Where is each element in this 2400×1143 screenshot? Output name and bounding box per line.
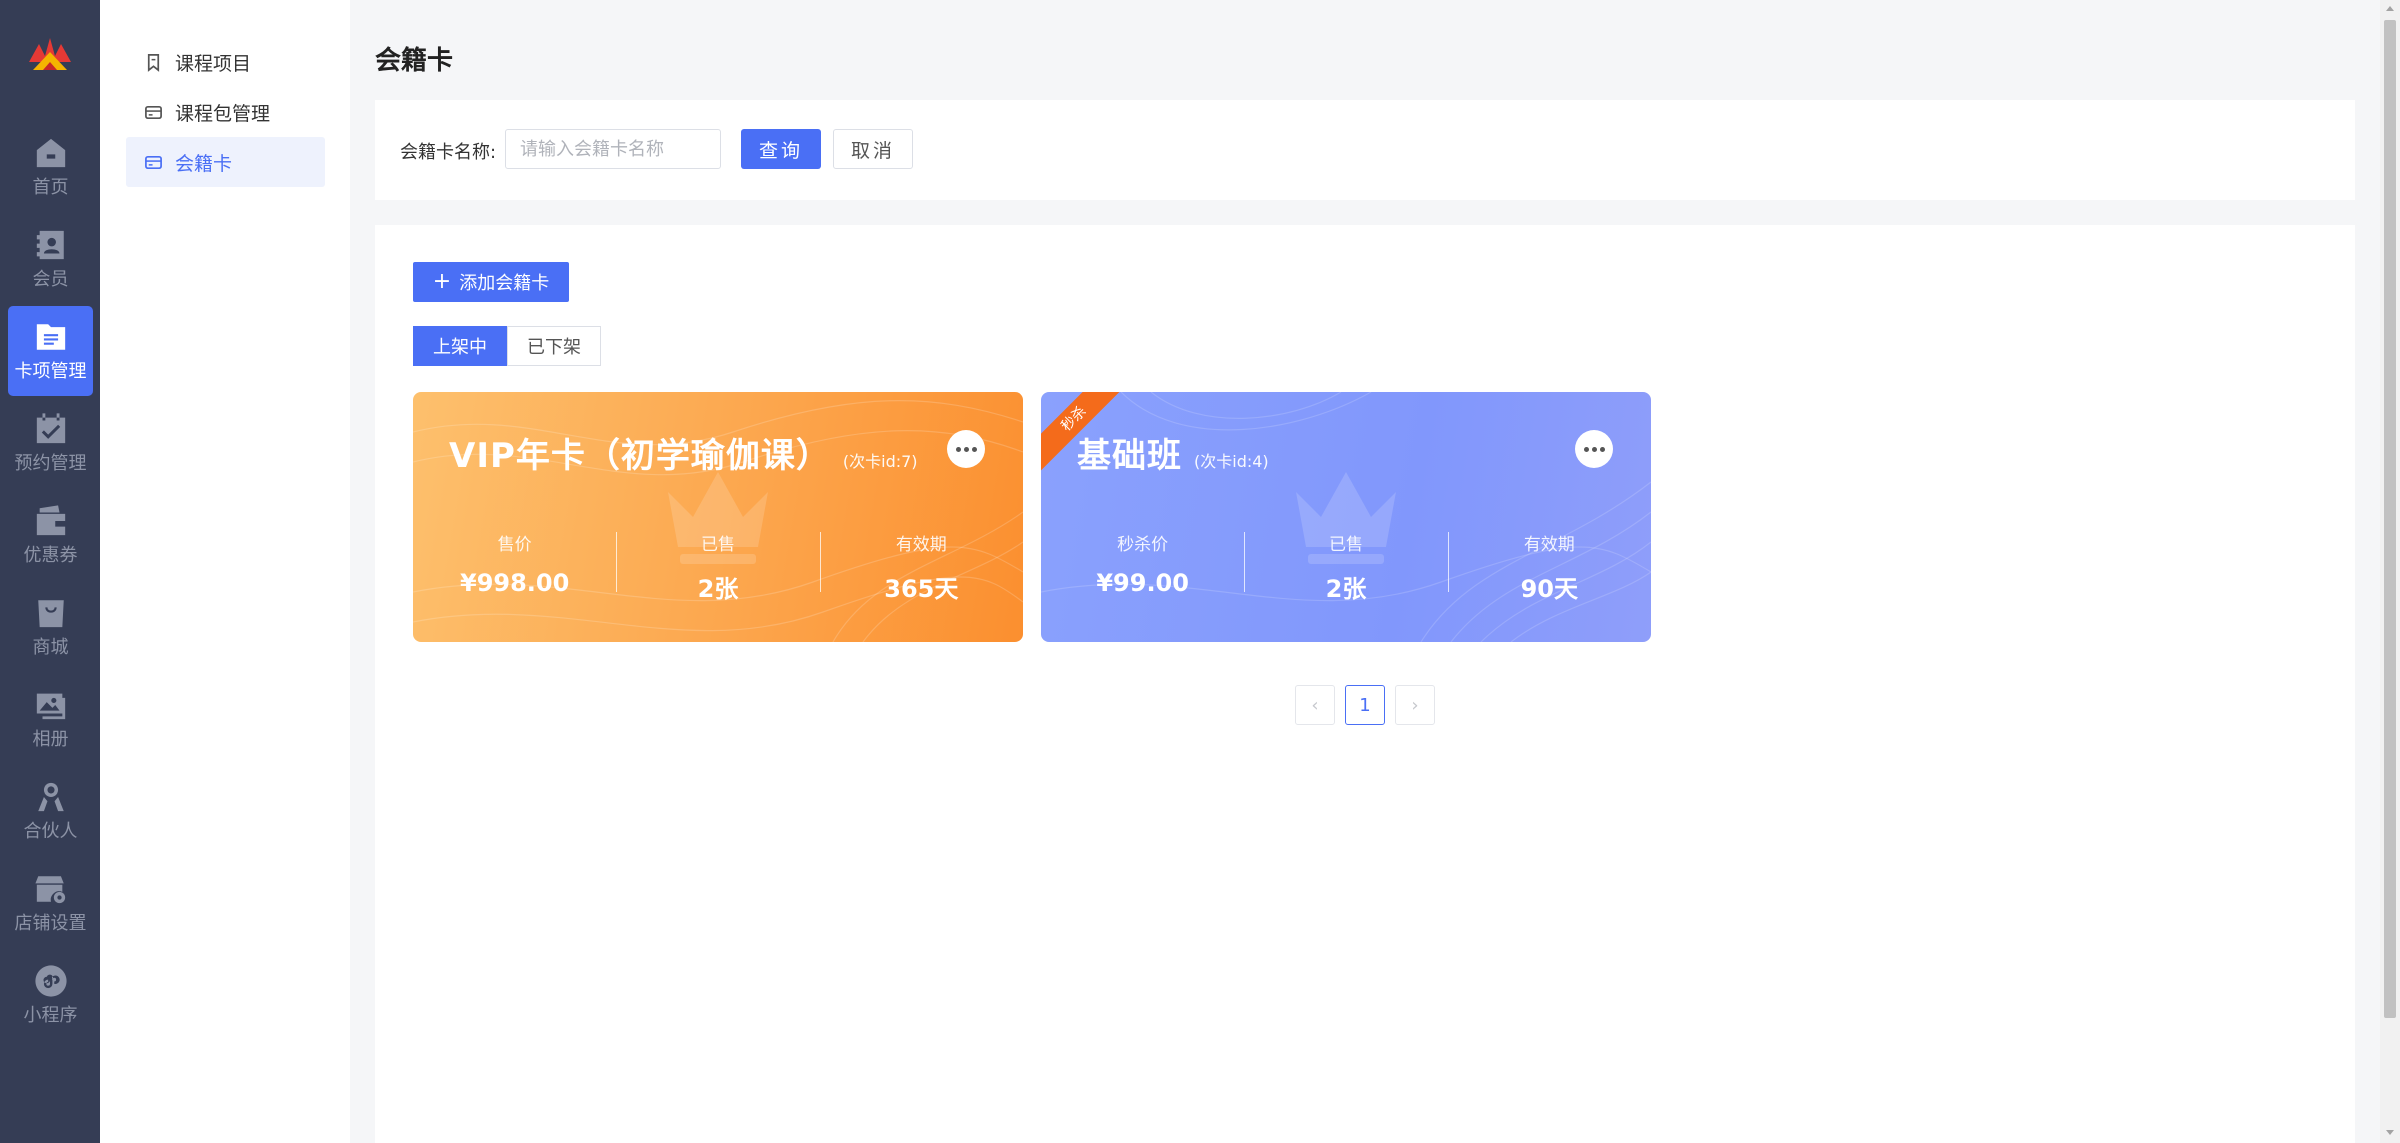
submenu-item-membership-card[interactable]: 会籍卡 xyxy=(126,137,325,187)
stat-value: 2张 xyxy=(697,575,739,603)
rail-item-store-settings[interactable]: 店铺设置 xyxy=(8,858,93,948)
ellipsis-dot xyxy=(1591,446,1597,452)
page-scrollbar[interactable] xyxy=(2380,0,2400,1143)
submenu-item-label: 课程项目 xyxy=(175,52,252,75)
tab-on-shelf[interactable]: 上架中 xyxy=(413,326,507,366)
scroll-down-arrow-icon[interactable] xyxy=(2386,1130,2394,1135)
submenu-item-course-project[interactable]: 课程项目 xyxy=(126,37,325,87)
add-membership-card-label: 添加会籍卡 xyxy=(459,273,550,294)
stat-value: 365天 xyxy=(884,575,959,603)
rail-item-label: 会员 xyxy=(32,269,69,290)
rail-item-partner[interactable]: 合伙人 xyxy=(8,766,93,856)
page-title: 会籍卡 xyxy=(375,46,454,76)
rail-item-label: 店铺设置 xyxy=(14,913,87,934)
album-icon xyxy=(36,693,65,720)
wallet-icon xyxy=(36,505,65,536)
card-name: 基础班 xyxy=(1077,436,1182,476)
rail-item-label: 优惠券 xyxy=(23,545,78,566)
content-panel: + 添加会籍卡 上架中 已下架 VIP年卡（初学瑜伽课） (次卡id:7) 售价… xyxy=(375,225,2355,1143)
rail-item-coupon[interactable]: 优惠券 xyxy=(8,490,93,580)
rail-item-card-manage[interactable]: 卡项管理 xyxy=(8,306,93,396)
rail-item-home[interactable]: 首页 xyxy=(8,122,93,212)
rail-item-mini-program[interactable]: 小程序 xyxy=(8,950,93,1040)
card-stat-price: 售价 ¥998.00 xyxy=(413,530,616,600)
card-id: (次卡id:7) xyxy=(842,452,918,471)
pagination-page-button[interactable]: 1 xyxy=(1345,685,1385,725)
rail-item-label: 预约管理 xyxy=(14,453,87,474)
stat-label: 有效期 xyxy=(1523,535,1575,555)
scrollbar-thumb[interactable] xyxy=(2384,20,2396,1018)
plus-icon: + xyxy=(432,269,452,294)
shop-bag-icon xyxy=(37,600,64,628)
partner-icon xyxy=(37,782,64,812)
submenu-item-label: 课程包管理 xyxy=(175,102,271,125)
rail-item-booking[interactable]: 预约管理 xyxy=(8,398,93,488)
more-options-button[interactable] xyxy=(947,430,985,468)
pagination-next-button[interactable]: › xyxy=(1395,685,1435,725)
mini-program-icon xyxy=(34,965,67,997)
tab-off-shelf[interactable]: 已下架 xyxy=(507,326,601,366)
card-manage-icon xyxy=(36,324,65,350)
ellipsis-dot xyxy=(1599,446,1605,452)
status-tabs: 上架中 已下架 xyxy=(413,326,601,366)
card-icon xyxy=(145,105,162,119)
rail-item-label: 相册 xyxy=(32,729,69,750)
card-stats: 秒杀价 ¥99.00 已售 2张 有效期 90天 xyxy=(1041,530,1651,603)
card-name: VIP年卡（初学瑜伽课） xyxy=(449,436,831,476)
add-membership-card-button[interactable]: + 添加会籍卡 xyxy=(413,262,569,302)
pagination-prev-button[interactable]: ‹ xyxy=(1295,685,1335,725)
rail-item-album[interactable]: 相册 xyxy=(8,674,93,764)
stat-value: ¥99.00 xyxy=(1096,569,1189,597)
rail-item-label: 小程序 xyxy=(23,1005,78,1026)
stat-value: 2张 xyxy=(1325,575,1367,603)
rail-item-label: 卡项管理 xyxy=(14,361,87,382)
card-stat-validity: 有效期 365天 xyxy=(819,530,1023,603)
stat-label: 秒杀价 xyxy=(1117,535,1169,555)
secondary-menu: 课程项目 课程包管理 会籍卡 xyxy=(100,0,350,1143)
stat-label: 售价 xyxy=(497,535,532,555)
membership-card[interactable]: VIP年卡（初学瑜伽课） (次卡id:7) 售价 ¥998.00 已售 2张 有… xyxy=(413,392,1023,642)
store-settings-icon xyxy=(34,876,65,904)
rail-item-label: 商城 xyxy=(32,637,69,658)
submenu-item-label: 会籍卡 xyxy=(175,152,233,175)
bookmark-icon xyxy=(147,53,160,72)
stat-value: ¥998.00 xyxy=(460,569,570,597)
cancel-button[interactable]: 取消 xyxy=(833,129,913,169)
card-stat-price: 秒杀价 ¥99.00 xyxy=(1041,530,1244,600)
query-button[interactable]: 查询 xyxy=(741,129,821,169)
card-icon xyxy=(145,155,162,169)
stat-label: 已售 xyxy=(700,535,735,555)
card-header: VIP年卡（初学瑜伽课） (次卡id:7) xyxy=(449,428,918,477)
ellipsis-dot xyxy=(955,446,961,452)
calendar-icon xyxy=(36,413,65,444)
main-nav-rail: 首页 会员 卡项管理 预约管理 优惠券 商城 相册 合伙人 店铺设置 小程序 xyxy=(0,0,100,1143)
pagination: ‹ 1 › xyxy=(1295,685,1435,725)
filter-panel: 会籍卡名称: 查询 取消 xyxy=(375,100,2355,200)
card-stat-sold: 已售 2张 xyxy=(616,530,819,603)
rail-item-label: 合伙人 xyxy=(23,821,78,842)
ellipsis-dot xyxy=(963,446,969,452)
more-options-button[interactable] xyxy=(1575,430,1613,468)
card-stat-sold: 已售 2张 xyxy=(1244,530,1447,603)
ellipsis-dot xyxy=(971,446,977,452)
rail-item-shop[interactable]: 商城 xyxy=(8,582,93,672)
brand-logo xyxy=(29,38,71,70)
card-name-filter-label: 会籍卡名称: xyxy=(400,142,497,163)
stat-label: 已售 xyxy=(1328,535,1363,555)
home-icon xyxy=(36,138,65,168)
card-header: 基础班 (次卡id:4) xyxy=(1077,428,1269,477)
member-icon xyxy=(36,230,64,260)
card-stats: 售价 ¥998.00 已售 2张 有效期 365天 xyxy=(413,530,1023,603)
scroll-up-arrow-icon[interactable] xyxy=(2386,6,2394,11)
rail-item-member[interactable]: 会员 xyxy=(8,214,93,304)
card-stat-validity: 有效期 90天 xyxy=(1447,530,1651,603)
rail-item-label: 首页 xyxy=(32,177,69,198)
card-name-search-input[interactable] xyxy=(505,129,721,169)
stat-label: 有效期 xyxy=(895,535,947,555)
card-id: (次卡id:4) xyxy=(1194,452,1269,471)
ellipsis-dot xyxy=(1583,446,1589,452)
submenu-item-course-package[interactable]: 课程包管理 xyxy=(126,87,325,137)
stat-value: 90天 xyxy=(1520,575,1579,603)
membership-card[interactable]: 秒杀 基础班 (次卡id:4) 秒杀价 ¥99.00 已售 2张 有效期 90天 xyxy=(1041,392,1651,642)
